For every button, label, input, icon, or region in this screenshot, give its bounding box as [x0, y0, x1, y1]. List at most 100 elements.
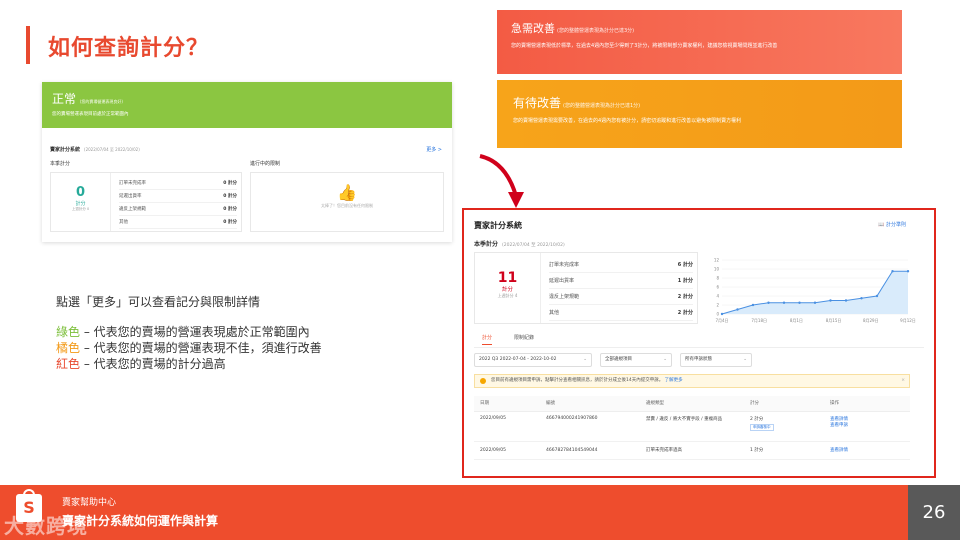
footer-topic: 賣家計分系統如何運作與計算	[62, 514, 219, 528]
right-score-row: 其他 2 計分	[549, 305, 693, 321]
page-number: 26	[908, 485, 960, 540]
right-quarter-label: 本季計分 (2022/07/04 至 2022/10/02)	[474, 241, 565, 248]
close-icon[interactable]: ×	[901, 375, 905, 387]
right-score-box: 11 計分 上週計分 4	[475, 253, 541, 323]
chart-x-tick-label: 7月18日	[751, 318, 767, 323]
left-score-box: 0 計分 上週計分 0	[51, 173, 111, 231]
chart-x-tick-label: 9月12日	[900, 318, 916, 323]
chart-point	[813, 301, 817, 304]
right-score-unit: 計分	[501, 287, 513, 293]
violation-type-select[interactable]: 全部違規項目 ⌄	[600, 353, 672, 367]
status-badge: 申訴審核中	[750, 424, 774, 431]
score-guide-link[interactable]: 📖 計分準則	[878, 221, 906, 228]
explanation-text: 點選「更多」可以查看記分與限制詳情 綠色 – 代表您的賣場的營運表現處於正常範圍…	[56, 294, 322, 372]
left-limit-label: 進行中的限制	[250, 161, 281, 167]
score-trend-chart: 0 2 4 6 8 10 12 7月4日 7月18日 8月1日 8月15日 8月29日 9月12日	[714, 258, 916, 324]
chart-point	[844, 299, 848, 302]
normal-status-screenshot: 正常 (您的賣場營運表現良好) 您的賣場營運表現目前處於正常範圍內 賣家計分系統…	[42, 82, 452, 242]
table-row: 2022/09/05 466794000241907860 禁賣 / 違反 / …	[474, 412, 910, 442]
chevron-down-icon: ⌄	[743, 357, 747, 362]
chart-point	[860, 297, 863, 300]
green-explanation: 綠色 – 代表您的賣場的營運表現處於正常範圍內	[56, 325, 310, 339]
chevron-down-icon: ⌄	[663, 357, 667, 362]
score-tabs: 計分 限制紀錄	[474, 332, 924, 348]
orange-explanation: 橘色 – 代表您的賣場的營運表現不佳，須進行改善	[56, 341, 322, 355]
green-status-desc: 您的賣場營運表現目前處於正常範圍內	[52, 112, 129, 117]
title-accent	[26, 26, 30, 64]
right-score-card: 11 計分 上週計分 4 訂單未完成率 6 計分 延遲出貨率 1 計分 違反上架規範…	[474, 252, 698, 324]
chart-point	[736, 308, 739, 311]
footer-section: 賣家幫助中心	[62, 498, 117, 508]
orange-status-banner: 有待改善 (您的整體營運表現為計分已達1分) 您的賣場營運表現需要改善，在過去的4…	[497, 80, 902, 148]
chart-point	[798, 301, 801, 304]
curved-arrow-icon	[479, 154, 524, 208]
chart-y-tick-label: 0	[716, 312, 719, 317]
chart-point	[875, 294, 879, 298]
more-link[interactable]: 更多 >	[426, 146, 442, 153]
orange-status-desc: 您的賣場營運表現需要改善，在過去的4週內您有被計分，請密切追蹤和進行改善以避免被…	[513, 118, 742, 124]
appeal-status-select[interactable]: 所有申訴狀態 ⌄	[680, 353, 752, 367]
thumbs-up-icon: 👍	[337, 183, 357, 202]
appeal-notice: 您目前有違規項目需申訴，點擊計分查看相關訊息，請於計分成立後14天內提交申訴。 …	[474, 374, 910, 388]
chart-x-tick-label: 8月15日	[826, 318, 842, 323]
chart-x-tick-label: 7月4日	[715, 318, 728, 323]
red-status-title: 急需改善	[511, 22, 555, 35]
right-system-title: 賣家計分系統	[474, 221, 522, 230]
tab-limit-record[interactable]: 限制紀錄	[514, 334, 534, 341]
right-score-row: 違反上架規範 2 計分	[549, 289, 693, 305]
left-score-hint: 上週計分 0	[71, 207, 90, 211]
left-score-row: 訂單未完成率 0 計分	[119, 177, 237, 190]
left-system-title: 賣家計分系統 (2022/07/04 至 2022/10/02)	[50, 147, 140, 153]
left-score-row: 其他 0 計分	[119, 216, 237, 229]
quarter-select[interactable]: 2022 Q3 2022-07-04 - 2022-10-02 ⌄	[474, 353, 592, 367]
left-score-unit: 計分	[75, 201, 86, 207]
green-status-title: 正常	[52, 92, 77, 106]
learn-more-link[interactable]: 了解更多	[665, 378, 683, 383]
left-quarter-label: 本季計分	[50, 161, 71, 167]
view-detail-link[interactable]: 查看詳情	[830, 442, 910, 460]
right-score-hint: 上週計分 4	[497, 293, 518, 298]
red-explanation: 紅色 – 代表您的賣場的計分過高	[56, 357, 226, 371]
chart-y-tick-label: 12	[714, 258, 720, 263]
book-icon: 📖	[878, 222, 885, 228]
chart-point	[751, 303, 755, 307]
chart-point	[767, 301, 770, 304]
red-status-sub: (您的整體營運表現為計分已達3分)	[557, 28, 635, 34]
warning-icon	[480, 378, 486, 384]
left-score-card: 0 計分 上週計分 0 訂單未完成率 0 計分 延遲出貨率 0 計分 違反上架規範 0…	[50, 172, 242, 232]
table-header: 日期 編號 違規類型 計分 操作	[474, 396, 910, 412]
chevron-down-icon: ⌄	[583, 357, 587, 362]
green-status-sub: (您的賣場營運表現良好)	[79, 99, 123, 104]
chart-y-tick-label: 2	[716, 303, 719, 308]
chart-area	[722, 271, 908, 314]
page-title: 如何查詢計分？	[48, 36, 210, 61]
table-row: 2022/09/05 466782784104549044 訂單未完成率過高 1…	[474, 442, 910, 460]
chart-y-tick-label: 10	[714, 267, 720, 272]
red-status-desc: 您的賣場營運表現低於標準，在過去4週內您至少得到了3計分，將被限制部分賣家權利，…	[511, 43, 778, 49]
left-limit-empty-text: 太棒了！您目前沒有任何限制	[321, 203, 373, 208]
tab-score[interactable]: 計分	[482, 334, 493, 345]
right-score-row: 延遲出貨率 1 計分	[549, 273, 693, 289]
right-score-value: 11	[497, 270, 518, 286]
orange-status-sub: (您的整體營運表現為計分已達1分)	[563, 103, 641, 109]
chart-y-tick-label: 4	[716, 294, 719, 299]
left-score-row: 延遲出貨率 0 計分	[119, 190, 237, 203]
red-status-banner: 急需改善 (您的整體營運表現為計分已達3分) 您的賣場營運表現低於標準，在過去4週…	[497, 10, 902, 74]
orange-status-title: 有待改善	[513, 96, 562, 110]
chart-x-tick-label: 8月29日	[863, 318, 879, 323]
score-system-screenshot: 賣家計分系統 📖 計分準則 本季計分 (2022/07/04 至 2022/10/…	[462, 208, 936, 478]
chart-point	[891, 270, 894, 273]
right-score-row: 訂單未完成率 6 計分	[549, 257, 693, 273]
chart-point	[782, 301, 786, 304]
chart-x-tick-label: 8月1日	[790, 318, 803, 323]
left-score-value: 0	[75, 185, 86, 200]
violation-table: 日期 編號 違規類型 計分 操作 2022/09/05 466794000241…	[474, 396, 910, 460]
chart-point	[906, 270, 910, 273]
chart-point	[720, 312, 724, 316]
chart-y-tick-label: 6	[716, 285, 719, 290]
more-instruction: 點選「更多」可以查看記分與限制詳情	[56, 295, 261, 309]
view-appeal-link[interactable]: 查看申訴	[830, 422, 910, 428]
left-score-row: 違反上架規範 0 計分	[119, 203, 237, 216]
green-status-banner: 正常 (您的賣場營運表現良好) 您的賣場營運表現目前處於正常範圍內	[42, 82, 452, 128]
left-limit-empty: 👍 太棒了！您目前沒有任何限制	[250, 172, 444, 232]
